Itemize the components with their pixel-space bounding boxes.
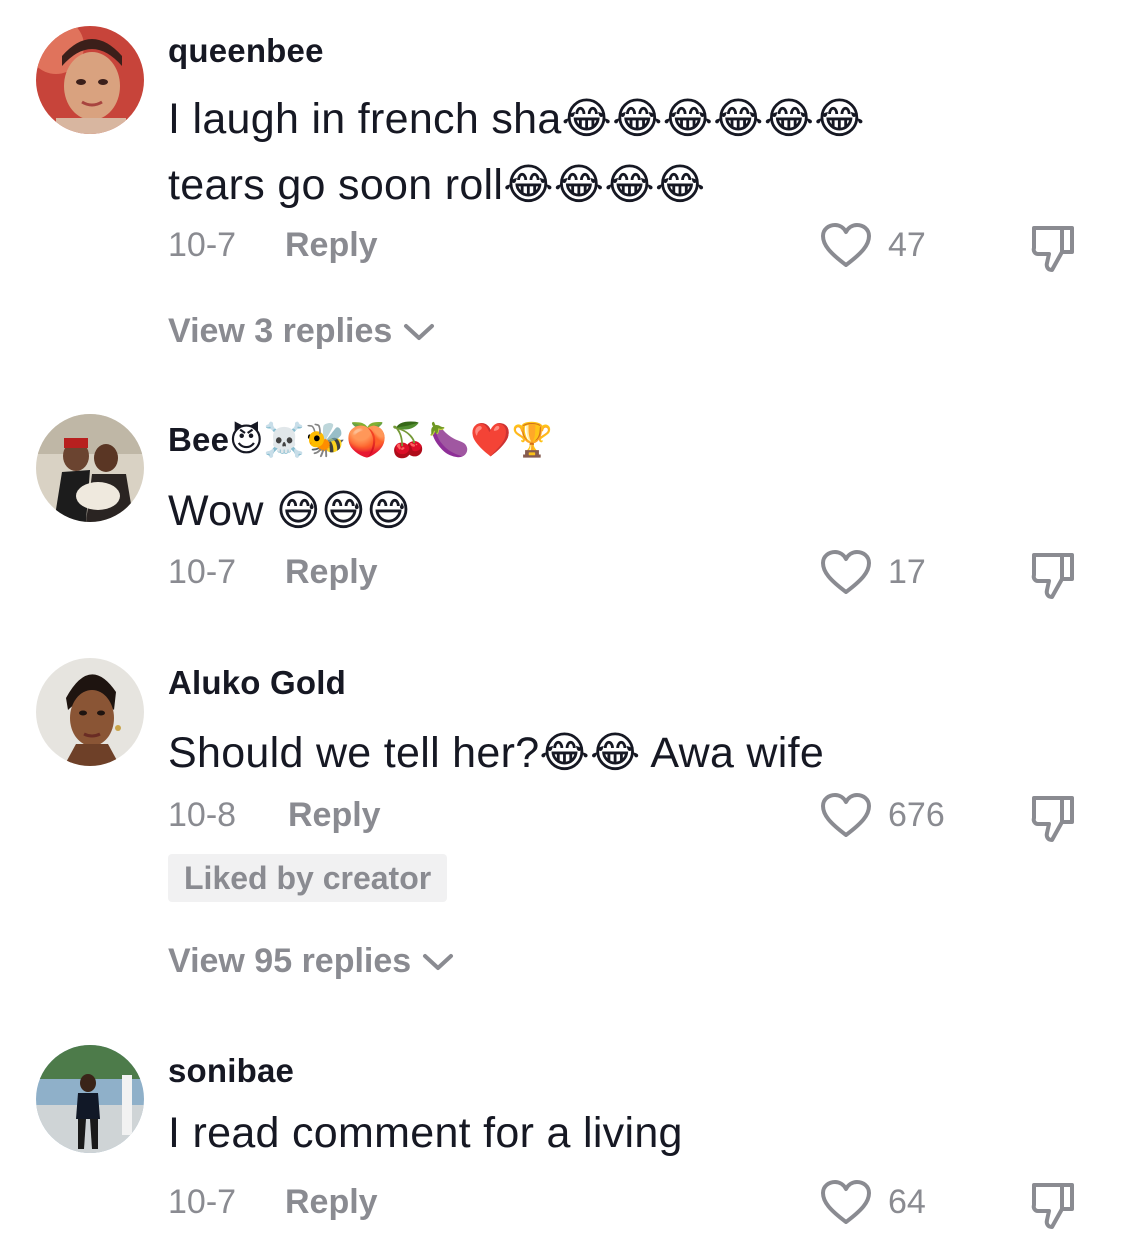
view-replies-button[interactable]: View 3 replies: [168, 312, 436, 351]
reply-button[interactable]: Reply: [285, 1183, 378, 1222]
comment-username[interactable]: sonibae: [168, 1052, 294, 1090]
heart-outline-icon[interactable]: [820, 223, 872, 269]
comment-date: 10-7: [168, 226, 237, 264]
comment-text: I laugh in french sha😂😂😂😂😂😂: [168, 95, 865, 143]
chevron-down-icon: [404, 323, 435, 340]
like-count: 676: [888, 796, 945, 834]
like-count: 47: [888, 226, 926, 264]
avatar[interactable]: [36, 1045, 144, 1153]
thumbs-down-icon[interactable]: [1028, 792, 1078, 844]
view-replies-label: View 95 replies: [168, 942, 412, 980]
view-replies-label: View 3 replies: [168, 312, 393, 350]
heart-outline-icon[interactable]: [820, 1180, 872, 1226]
reply-button[interactable]: Reply: [285, 226, 378, 265]
thumbs-down-icon[interactable]: [1028, 222, 1078, 274]
avatar[interactable]: [36, 26, 144, 134]
comment-text: Wow 😅😅😅: [168, 487, 412, 535]
comment-username[interactable]: Aluko Gold: [168, 664, 346, 702]
comment-date: 10-7: [168, 1183, 237, 1221]
thumbs-down-icon[interactable]: [1028, 1179, 1078, 1231]
heart-outline-icon[interactable]: [820, 793, 872, 839]
chevron-down-icon: [423, 953, 454, 970]
comment-username[interactable]: queenbee: [168, 32, 324, 70]
reply-button[interactable]: Reply: [288, 796, 381, 835]
comment-date: 10-7: [168, 553, 237, 591]
avatar[interactable]: [36, 658, 144, 766]
comment-date: 10-8: [168, 796, 237, 834]
heart-outline-icon[interactable]: [820, 550, 872, 596]
liked-by-creator-badge: Liked by creator: [168, 854, 448, 902]
comment-text: tears go soon roll😂😂😂😂: [168, 161, 706, 209]
like-count: 17: [888, 553, 926, 591]
view-replies-button[interactable]: View 95 replies: [168, 942, 455, 981]
comment-username[interactable]: Bee😈☠️🐝🍑🍒🍆❤️🏆: [168, 420, 553, 460]
reply-button[interactable]: Reply: [285, 553, 378, 592]
comment-text: Should we tell her?😂😂 Awa wife: [168, 729, 825, 777]
comment-text: I read comment for a living: [168, 1109, 683, 1157]
avatar[interactable]: [36, 414, 144, 522]
like-count: 64: [888, 1183, 926, 1221]
thumbs-down-icon[interactable]: [1028, 549, 1078, 601]
